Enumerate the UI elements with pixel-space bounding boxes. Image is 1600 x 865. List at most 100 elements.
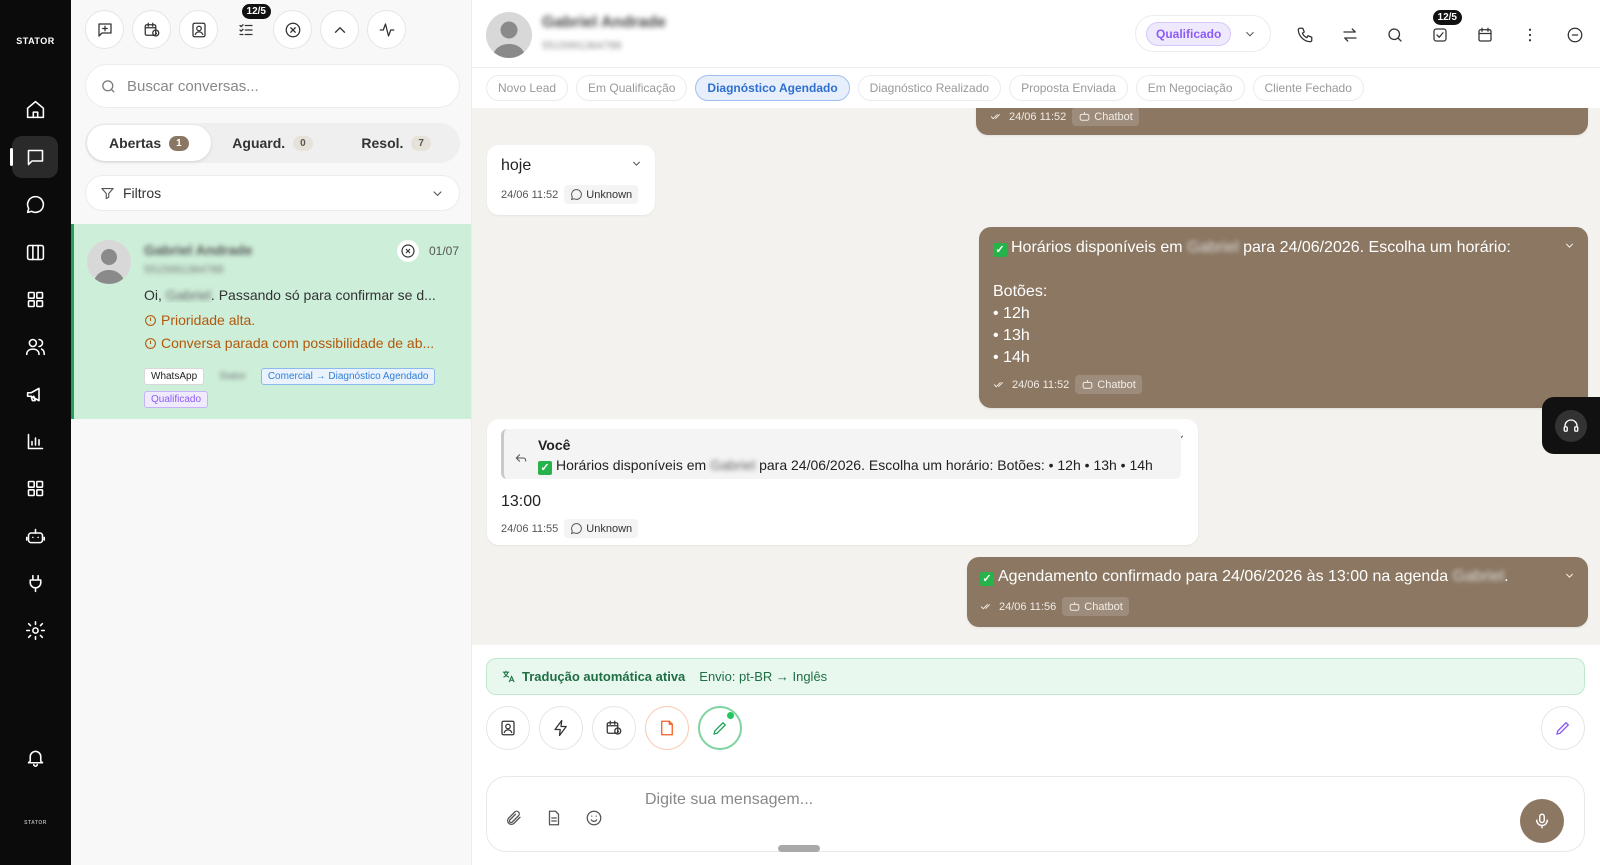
more-options-button[interactable] [1511, 16, 1548, 53]
contacts-button[interactable] [179, 10, 218, 49]
message-list: 24/06 11:52 Chatbot hoje 24/06 11:52 Unk… [472, 108, 1600, 645]
chevron-down-icon[interactable] [630, 157, 643, 170]
sender-label: Unknown [586, 522, 633, 535]
redacted-name: Gabriel [1452, 568, 1505, 585]
home-icon[interactable] [12, 88, 58, 130]
filters-dropdown[interactable]: Filtros [85, 175, 460, 211]
stage-proposta-enviada[interactable]: Proposta Enviada [1009, 75, 1128, 101]
note-button[interactable] [645, 706, 689, 750]
status-select[interactable]: Qualificado [1135, 15, 1271, 52]
bot-icon[interactable] [12, 515, 58, 557]
search-icon [102, 79, 115, 93]
voice-record-button[interactable] [1520, 799, 1564, 843]
stalled-alert: Conversa parada com possibilidade de ab.… [144, 335, 469, 351]
stage-diagnostico-realizado[interactable]: Diagnóstico Realizado [857, 75, 1002, 101]
message-circle-icon[interactable] [12, 183, 58, 225]
stage-novo-lead[interactable]: Novo Lead [486, 75, 569, 101]
search-bar [85, 64, 460, 108]
user-avatar-icon [492, 21, 526, 58]
signature-button[interactable] [698, 706, 742, 750]
schedule-button[interactable] [132, 10, 171, 49]
activity-button[interactable] [367, 10, 406, 49]
preview-end: . Passando só para confirmar se d... [210, 287, 436, 303]
message-incoming: hoje 24/06 11:52 Unknown [487, 145, 655, 215]
double-check-icon [993, 381, 1004, 388]
resize-handle[interactable] [778, 845, 820, 852]
message-input[interactable] [645, 791, 1465, 821]
stage-diagnostico-agendado[interactable]: Diagnóstico Agendado [695, 75, 850, 101]
paperclip-icon[interactable] [505, 809, 523, 827]
contact-phone: 5515991364788 [144, 264, 224, 276]
filter-icon [101, 187, 114, 199]
message-text: 13:00 [501, 493, 542, 510]
composer-tools [486, 706, 742, 750]
contact-name: Gabriel Andrade [144, 242, 253, 258]
tab-abertas[interactable]: Abertas 1 [87, 125, 211, 161]
stage-em-qualificacao[interactable]: Em Qualificação [576, 75, 688, 101]
tab-count: 7 [411, 135, 431, 151]
edit-button[interactable] [1541, 706, 1585, 750]
message-preview: Oi, Gabriel. Passando só para confirmar … [144, 287, 464, 303]
message-time: 24/06 11:52 [1009, 110, 1067, 123]
transfer-button[interactable] [1331, 16, 1368, 53]
brand-logo: STATOR [16, 36, 55, 46]
header-contact-name: Gabriel Andrade [542, 14, 666, 31]
message-meta: 24/06 11:52 Unknown [501, 185, 639, 204]
bar-chart-icon[interactable] [12, 420, 58, 462]
search-messages-button[interactable] [1376, 16, 1413, 53]
translate-icon [502, 670, 515, 683]
stage-em-negociacao[interactable]: Em Negociação [1135, 75, 1245, 101]
priority-text: Prioridade alta. [161, 312, 256, 328]
contact-card-button[interactable] [486, 706, 530, 750]
tab-resolvidas[interactable]: Resol. 7 [334, 125, 458, 161]
option-item: • 13h [993, 327, 1030, 344]
call-button[interactable] [1286, 16, 1323, 53]
plug-icon[interactable] [12, 562, 58, 604]
users-icon[interactable] [12, 325, 58, 367]
settings-icon[interactable] [12, 609, 58, 651]
translation-detail: Envio: pt-BR → Inglês [699, 669, 828, 684]
chevron-down-icon[interactable] [1563, 239, 1576, 252]
bell-icon[interactable] [12, 736, 58, 778]
schedule-message-button[interactable] [592, 706, 636, 750]
quote-start: Horários disponíveis em [556, 457, 711, 473]
avatar[interactable] [486, 12, 532, 58]
minus-circle-icon [1567, 27, 1582, 42]
stage-cliente-fechado[interactable]: Cliente Fechado [1252, 75, 1364, 101]
chevron-down-icon[interactable] [1563, 569, 1576, 582]
tasks-button[interactable]: 12/5 [226, 4, 271, 49]
tab-aguardando[interactable]: Aguard. 0 [211, 125, 335, 161]
calendar-button[interactable] [1466, 16, 1503, 53]
collapse-button[interactable] [320, 10, 359, 49]
priority-alert: Prioridade alta. [144, 312, 469, 328]
kanban-icon[interactable] [12, 231, 58, 273]
chat-icon[interactable] [10, 136, 58, 178]
sender-label: Chatbot [1084, 600, 1123, 613]
quick-reply-button[interactable] [539, 706, 583, 750]
emoji-icon[interactable] [585, 809, 603, 827]
conversation-item[interactable]: Gabriel Andrade 5515991364788 01/07 Oi, … [71, 224, 471, 419]
search-input[interactable] [127, 77, 447, 95]
tab-label: Abertas [108, 135, 162, 151]
sender-label: Chatbot [1094, 110, 1133, 123]
chatbot-chip: Chatbot [1062, 597, 1129, 616]
message-circle-icon [571, 523, 583, 535]
new-conversation-button[interactable] [85, 10, 124, 49]
close-conversation-button[interactable] [397, 240, 419, 262]
checkbox-icon [1432, 27, 1447, 42]
check-emoji-icon: ✓ [993, 243, 1007, 257]
document-icon[interactable] [545, 809, 563, 827]
alert-circle-icon [145, 314, 156, 326]
tasks-button[interactable]: 12/5 [1421, 10, 1462, 53]
quoted-message[interactable]: Você ✓ Horários disponíveis em Gabriel pa… [501, 429, 1181, 479]
megaphone-icon[interactable] [12, 373, 58, 415]
tasks-badge: 12/5 [1432, 10, 1462, 25]
apps-icon[interactable] [12, 467, 58, 509]
support-button[interactable] [1542, 397, 1600, 454]
close-all-button[interactable] [273, 10, 312, 49]
sender-label: Unknown [586, 188, 633, 201]
translation-banner: Tradução automática ativa Envio: pt-BR →… [486, 658, 1585, 695]
headset-icon-wrap [1555, 409, 1587, 442]
grid-icon[interactable] [12, 278, 58, 320]
resolve-button[interactable] [1556, 16, 1593, 53]
